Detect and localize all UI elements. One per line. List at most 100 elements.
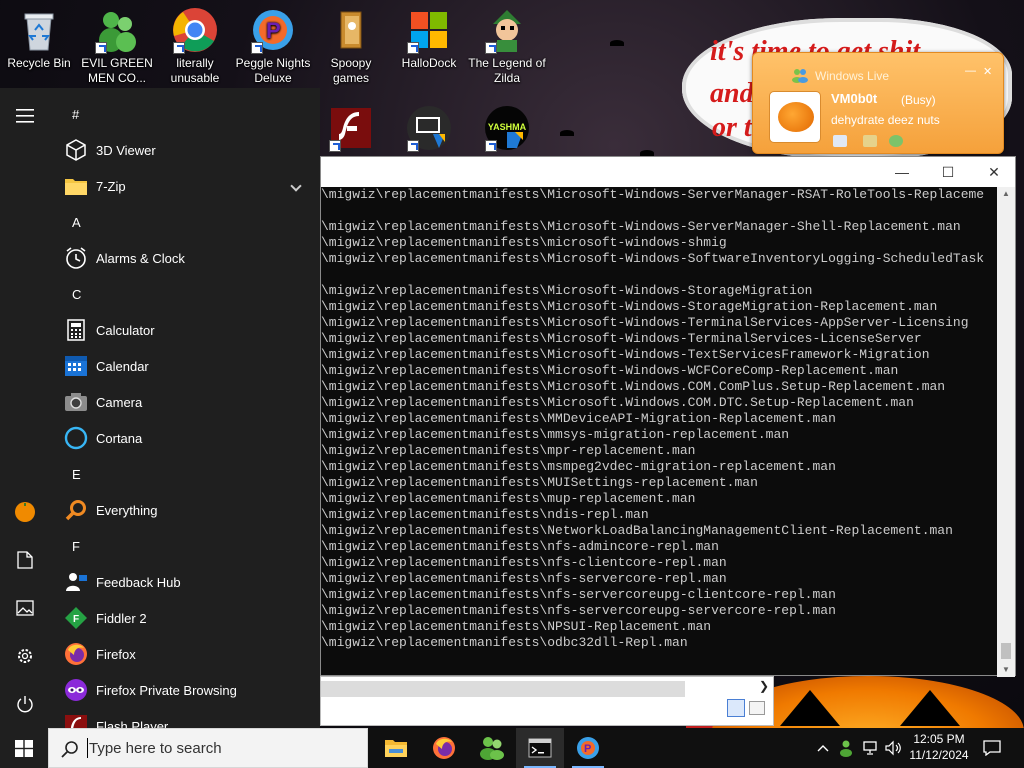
horizontal-scrollbar[interactable] xyxy=(321,681,685,697)
desktop-icon-peggle-nights[interactable]: P Peggle Nights Deluxe xyxy=(234,6,312,86)
start-menu[interactable]: # 3D Viewer 7-Zip A Alarms & Clock C Cal… xyxy=(0,88,320,728)
scroll-down-arrow-icon[interactable]: ▼ xyxy=(997,663,1015,677)
globe-icon[interactable] xyxy=(889,135,903,147)
section-letter-f[interactable]: F xyxy=(50,528,320,564)
app-name: 7-Zip xyxy=(96,178,126,194)
taskbar-firefox[interactable] xyxy=(420,728,468,768)
notification-center-icon[interactable] xyxy=(978,728,1006,768)
messenger-tray-icon[interactable] xyxy=(836,728,858,768)
desktop-icon-legend-of-zilda[interactable]: The Legend of Zilda xyxy=(468,6,546,86)
console-line: \migwiz\replacementmanifests\ndis-repl.m… xyxy=(321,507,649,522)
large-icons-view-icon[interactable] xyxy=(749,701,765,715)
flash-icon xyxy=(327,104,375,152)
folder-7-zip[interactable]: 7-Zip xyxy=(50,168,320,204)
inbox-icon[interactable] xyxy=(863,135,877,147)
desktop-icon-label: literally unusable xyxy=(170,56,220,85)
maximize-button[interactable]: ☐ xyxy=(925,157,971,187)
desktop-icon-evil-green-men[interactable]: EVIL GREEN MEN CO... xyxy=(78,6,156,86)
app-everything[interactable]: Everything xyxy=(50,492,320,528)
documents-icon[interactable] xyxy=(0,540,50,580)
app-firefox-private[interactable]: Firefox Private Browsing xyxy=(50,672,320,708)
cube-icon xyxy=(64,138,88,162)
shortcut-arrow-icon xyxy=(95,42,107,54)
app-calendar[interactable]: Calendar xyxy=(50,348,320,384)
minimize-icon[interactable]: — xyxy=(965,65,976,77)
desktop-icon-yashma[interactable]: YASHMA xyxy=(468,104,546,154)
app-name: Fiddler 2 xyxy=(96,610,147,626)
start-button[interactable] xyxy=(0,728,48,768)
taskbar-messenger[interactable] xyxy=(468,728,516,768)
desktop-icon-flash[interactable] xyxy=(312,104,390,154)
start-app-list[interactable]: # 3D Viewer 7-Zip A Alarms & Clock C Cal… xyxy=(50,96,320,728)
app-cortana[interactable]: Cortana xyxy=(50,420,320,456)
app-calculator[interactable]: Calculator xyxy=(50,312,320,348)
console-titlebar[interactable]: — ☐ ✕ xyxy=(321,157,1015,187)
scrollbar-thumb[interactable] xyxy=(1001,643,1011,659)
recycle-bin-icon xyxy=(15,6,63,54)
user-avatar-icon[interactable] xyxy=(0,492,50,532)
scroll-right-arrow-icon[interactable]: ❯ xyxy=(759,679,769,693)
console-line: \migwiz\replacementmanifests\mmsys-migra… xyxy=(321,427,790,442)
details-view-icon[interactable] xyxy=(727,699,745,717)
folder-icon xyxy=(64,174,88,198)
app-fiddler[interactable]: F Fiddler 2 xyxy=(50,600,320,636)
show-hidden-icons-chevron-icon[interactable] xyxy=(812,728,834,768)
app-name: Alarms & Clock xyxy=(96,250,185,266)
network-icon[interactable] xyxy=(860,728,882,768)
taskbar-peggle[interactable]: P xyxy=(564,728,612,768)
taskbar-clock[interactable]: 12:05 PM 11/12/2024 xyxy=(900,731,978,763)
desktop-icon-spoopy-games[interactable]: Spoopy games xyxy=(312,6,390,86)
console-line: \migwiz\replacementmanifests\Microsoft-W… xyxy=(321,299,938,314)
pictures-icon[interactable] xyxy=(0,588,50,628)
desktop-icon-recycle-bin[interactable]: Recycle Bin xyxy=(0,6,78,71)
desktop-icon-label: The Legend of Zilda xyxy=(468,56,546,85)
section-letter-e[interactable]: E xyxy=(50,456,320,492)
text-caret xyxy=(87,738,88,758)
console-line: \migwiz\replacementmanifests\nfs-serverc… xyxy=(321,603,836,618)
taskbar-file-explorer[interactable] xyxy=(372,728,420,768)
svg-text:P: P xyxy=(584,743,591,755)
desktop-icon-display-settings[interactable] xyxy=(390,104,468,154)
console-vertical-scrollbar[interactable]: ▲ ▼ xyxy=(997,187,1015,677)
firefox-private-icon xyxy=(64,678,88,702)
section-letter-hash[interactable]: # xyxy=(50,96,320,132)
app-name: Firefox xyxy=(96,646,136,662)
messenger-notification[interactable]: Windows Live — ✕ VM0b0t (Busy) dehydrate… xyxy=(752,52,1004,154)
app-feedback-hub[interactable]: Feedback Hub xyxy=(50,564,320,600)
desktop-icon-literally-unusable[interactable]: literally unusable xyxy=(156,6,234,86)
section-letter-a[interactable]: A xyxy=(50,204,320,240)
desktop-icon-hallodock[interactable]: HalloDock xyxy=(390,6,468,71)
svg-text:F: F xyxy=(73,614,79,625)
scroll-up-arrow-icon[interactable]: ▲ xyxy=(997,187,1015,201)
app-name: Calculator xyxy=(96,322,155,338)
background-explorer-window[interactable]: ❯ xyxy=(320,676,774,726)
app-3d-viewer[interactable]: 3D Viewer xyxy=(50,132,320,168)
hamburger-menu-icon[interactable] xyxy=(0,96,50,136)
shortcut-arrow-icon xyxy=(407,140,419,152)
taskbar-command-prompt[interactable] xyxy=(516,728,564,768)
console-output[interactable]: \migwiz\replacementmanifests\Microsoft-W… xyxy=(321,187,999,677)
minimize-button[interactable]: — xyxy=(879,157,925,187)
app-flash-player[interactable]: Flash Player xyxy=(50,708,320,728)
power-icon[interactable] xyxy=(0,684,50,724)
folder-icon xyxy=(327,6,375,54)
search-box[interactable]: Type here to search xyxy=(48,728,368,768)
console-line: \migwiz\replacementmanifests\Microsoft-W… xyxy=(321,187,985,202)
flash-player-icon xyxy=(64,714,88,728)
console-line: \migwiz\replacementmanifests\nfs-serverc… xyxy=(321,587,836,602)
email-icon[interactable] xyxy=(833,135,847,147)
close-button[interactable]: ✕ xyxy=(971,157,1017,187)
app-camera[interactable]: Camera xyxy=(50,384,320,420)
settings-gear-icon[interactable] xyxy=(0,636,50,676)
app-name: Flash Player xyxy=(96,718,169,729)
app-firefox[interactable]: Firefox xyxy=(50,636,320,672)
close-icon[interactable]: ✕ xyxy=(983,65,992,78)
section-letter-c[interactable]: C xyxy=(50,276,320,312)
contact-name: VM0b0t xyxy=(831,91,878,106)
clock-date: 11/12/2024 xyxy=(909,748,969,762)
console-window[interactable]: — ☐ ✕ \migwiz\replacementmanifests\Micro… xyxy=(320,156,1016,677)
app-alarms-clock[interactable]: Alarms & Clock xyxy=(50,240,320,276)
chevron-down-icon[interactable] xyxy=(290,180,302,192)
